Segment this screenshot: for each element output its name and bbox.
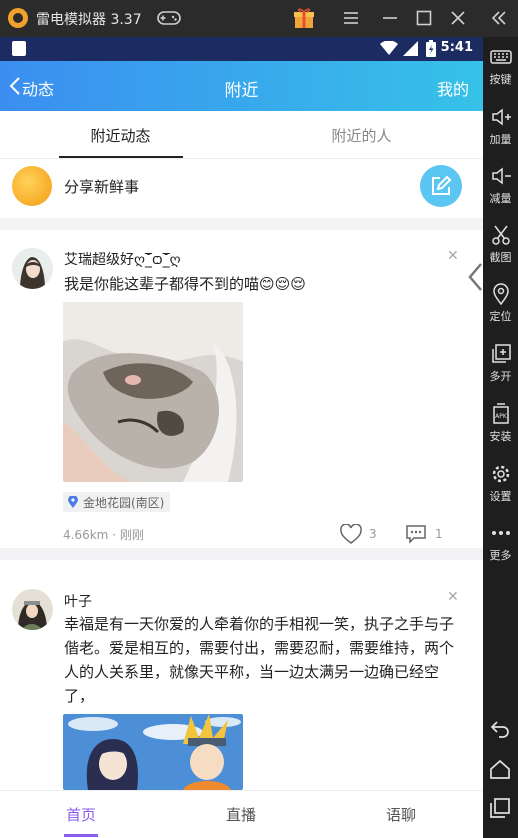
sidebar-label: 减量 xyxy=(489,192,512,205)
minimize-icon[interactable] xyxy=(381,9,399,27)
dismiss-post-icon[interactable]: ✕ xyxy=(447,248,459,264)
comment-icon[interactable] xyxy=(405,524,427,544)
location-icon xyxy=(492,283,509,305)
status-time: 5:41 xyxy=(440,40,473,55)
tab-nearby-feed[interactable]: 附近动态 xyxy=(0,125,241,146)
multi-open-icon xyxy=(491,344,511,363)
location-tag[interactable]: 金地花园(南区) xyxy=(63,492,171,512)
emulator-logo-icon xyxy=(8,8,28,28)
wifi-icon xyxy=(380,41,398,55)
feed-post: 艾瑞超级好ღ˘̲̅ѻ˘̲̅ღ ✕ 我是你能这辈子都得不到的喵😊😌😌 金地花园(南… xyxy=(0,230,483,548)
anime-photo xyxy=(63,714,243,790)
gamepad-icon[interactable] xyxy=(157,9,181,27)
bottom-tab-home[interactable]: 首页 xyxy=(31,804,131,825)
post-content: 幸福是有一天你爱的人牵着你的手相视一笑，执子之手与子偕老。爱是相互的，需要付出，… xyxy=(64,615,455,705)
bottom-tab-bar: 首页 直播 语聊 xyxy=(0,790,483,838)
menu-icon[interactable] xyxy=(342,9,360,27)
active-bottom-tab-indicator xyxy=(64,834,98,837)
share-prompt[interactable]: 分享新鲜事 xyxy=(64,176,139,197)
apk-install-icon: APK xyxy=(492,403,509,424)
sidebar-screenshot-button[interactable]: 截图 xyxy=(483,220,518,276)
like-count: 3 xyxy=(369,527,377,541)
page-title: 附近 xyxy=(224,81,259,101)
map-pin-icon xyxy=(68,496,78,508)
tab-bar: 附近动态 附近的人 xyxy=(0,111,483,159)
user-avatar-image xyxy=(12,589,53,630)
close-icon[interactable] xyxy=(449,9,467,27)
my-button[interactable]: 我的 xyxy=(437,76,469,100)
android-home-icon[interactable] xyxy=(489,758,511,780)
maximize-icon[interactable] xyxy=(415,9,433,27)
more-icon xyxy=(491,531,510,535)
user-avatar-image xyxy=(12,248,53,289)
edit-icon xyxy=(432,175,452,195)
bottom-tab-voice-chat[interactable]: 语聊 xyxy=(351,804,451,825)
sidebar-label: 加量 xyxy=(489,133,512,146)
location-label: 金地花园(南区) xyxy=(83,496,165,510)
svg-text:APK: APK xyxy=(495,413,508,420)
sidebar-keymap-button[interactable]: 按键 xyxy=(483,42,518,98)
emulator-title-bar: 雷电模拟器 3.37 xyxy=(0,0,518,37)
post-distance: 4.66km xyxy=(63,528,109,542)
battery-icon xyxy=(426,40,436,57)
sidebar-volume-up-button[interactable]: 加量 xyxy=(483,102,518,158)
share-composer[interactable]: 分享新鲜事 xyxy=(0,159,483,218)
post-username[interactable]: 艾瑞超级好ღ˘̲̅ѻ˘̲̅ღ xyxy=(64,249,181,269)
dismiss-post-icon[interactable]: ✕ xyxy=(447,589,459,605)
scissors-icon xyxy=(491,225,510,245)
sidebar-label: 更多 xyxy=(489,549,512,562)
sidebar-label: 设置 xyxy=(489,490,512,503)
android-status-bar: 5:41 xyxy=(0,37,483,61)
sidebar-multi-open-button[interactable]: 多开 xyxy=(483,339,518,395)
post-photo[interactable] xyxy=(63,714,243,790)
sidebar-install-button[interactable]: APK 安装 xyxy=(483,399,518,455)
sidebar-label: 截图 xyxy=(489,251,512,264)
sidebar-label: 多开 xyxy=(489,370,512,383)
comment-count: 1 xyxy=(435,527,443,541)
cat-photo xyxy=(63,302,243,482)
android-back-icon[interactable] xyxy=(489,717,511,739)
bottom-tab-live[interactable]: 直播 xyxy=(191,804,291,825)
avatar xyxy=(12,166,52,206)
keyboard-icon xyxy=(489,50,512,64)
sidebar-volume-down-button[interactable]: 减量 xyxy=(483,161,518,217)
post-time: 刚刚 xyxy=(119,528,144,542)
app-header: 动态 附近 我的 xyxy=(0,61,483,111)
notification-icon xyxy=(12,41,26,56)
sidebar-label: 按键 xyxy=(489,73,512,86)
meta-separator: · xyxy=(112,528,120,542)
sidebar-location-button[interactable]: 定位 xyxy=(483,279,518,335)
emulator-sidebar: 按键 加量 减量 截图 定位 多开 APK 安装 设置 更多 xyxy=(483,37,518,838)
tab-nearby-people[interactable]: 附近的人 xyxy=(241,125,482,146)
sidebar-label: 安装 xyxy=(489,430,512,443)
section-divider xyxy=(0,548,483,560)
post-content: 我是你能这辈子都得不到的喵😊😌😌 xyxy=(64,275,306,293)
emulator-title: 雷电模拟器 3.37 xyxy=(36,12,142,28)
gear-icon xyxy=(492,465,509,483)
avatar[interactable] xyxy=(12,589,53,630)
section-divider xyxy=(0,218,483,230)
gift-icon[interactable] xyxy=(293,7,315,29)
android-recents-icon[interactable] xyxy=(489,797,511,819)
volume-down-icon xyxy=(491,167,511,185)
volume-up-icon xyxy=(491,108,511,126)
side-drawer-chevron-icon[interactable] xyxy=(467,262,483,292)
feed-post: 叶子 ✕ 幸福是有一天你爱的人牵着你的手相视一笑，执子之手与子偕老。爱是相互的，… xyxy=(0,560,483,790)
post-meta: 4.66km · 刚刚 xyxy=(63,526,144,543)
sidebar-settings-button[interactable]: 设置 xyxy=(483,459,518,515)
sidebar-label: 定位 xyxy=(489,310,512,323)
avatar[interactable] xyxy=(12,248,53,289)
collapse-sidebar-icon[interactable] xyxy=(490,9,508,27)
heart-icon[interactable] xyxy=(340,524,362,544)
active-tab-indicator xyxy=(59,156,183,158)
compose-button[interactable] xyxy=(420,165,462,207)
post-photo[interactable] xyxy=(63,302,243,482)
post-username[interactable]: 叶子 xyxy=(64,591,92,611)
signal-icon xyxy=(403,41,418,56)
sidebar-more-button[interactable]: 更多 xyxy=(483,518,518,574)
